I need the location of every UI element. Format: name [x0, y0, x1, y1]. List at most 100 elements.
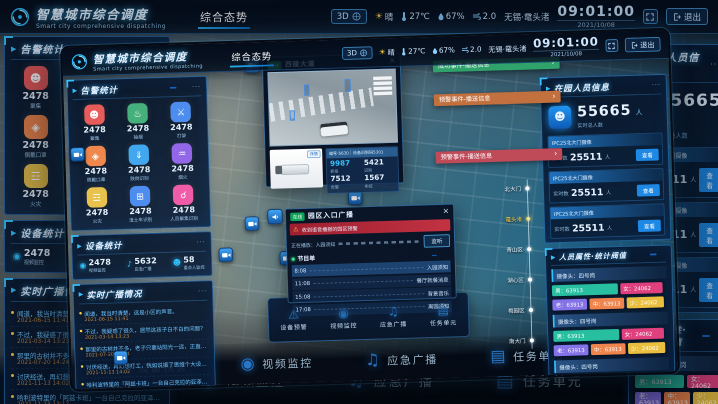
detail-button[interactable]: 详情 — [307, 150, 321, 158]
bullet-icon — [11, 374, 14, 377]
view-button[interactable]: 查看 — [699, 223, 718, 247]
people-more-button[interactable]: ··· — [710, 60, 718, 69]
route-stop-label: 北大门 — [504, 184, 521, 193]
logout-icon — [673, 13, 681, 21]
alarm-tile[interactable]: ☲ 2478 火灾 — [11, 164, 60, 208]
camera-stat-label: 识别 — [364, 167, 395, 174]
attribute-tab[interactable] — [691, 335, 699, 337]
program-tab[interactable] — [432, 255, 437, 256]
alarm-tile[interactable]: ◈ 2478 佩戴口罩 — [11, 115, 60, 159]
inner-window: 智慧城市综合调度 Smart city comprehensive dispat… — [60, 28, 680, 392]
schedule-name: 餐厅就餐消息 — [416, 276, 448, 285]
route-stop-dot — [530, 338, 534, 342]
alarm-tile-label: 佩戴口罩 — [11, 151, 60, 159]
alarm-tile-label: 火灾 — [11, 200, 60, 208]
dotted-leader — [310, 267, 424, 271]
route-stop[interactable]: 南大门 — [486, 325, 536, 357]
view-button[interactable]: 查看 — [699, 168, 718, 192]
alarm-tile-value: 2478 — [11, 140, 60, 151]
broadcast-popup-title: 园区入口广播 — [308, 210, 354, 221]
program-tab[interactable] — [445, 254, 450, 255]
attribute-tab[interactable] — [702, 335, 710, 337]
route-stop[interactable]: 青山区 — [484, 233, 534, 265]
schedule-time: 15:08 — [295, 294, 311, 300]
mode-3d-toggle[interactable]: 3D — [342, 46, 373, 60]
attribute-chip[interactable]: 老：63913 — [635, 392, 661, 404]
dotted-leader — [313, 280, 413, 284]
schedule-name: 离园须知 — [428, 302, 449, 310]
logo-icon — [10, 7, 30, 27]
detection-labels — [373, 76, 392, 95]
temperature-indicator: 27℃ — [401, 12, 429, 22]
temperature-indicator: 27℃ — [401, 47, 425, 56]
toast-notification[interactable]: 预警事件-播送信息 › — [435, 148, 562, 164]
camera-stat: 7512 告警 — [330, 175, 361, 190]
header-controls: 3D ☀ 晴 27℃ 67% — [331, 4, 708, 30]
alarm-tile[interactable]: ☻ 2478 聚集 — [11, 66, 60, 110]
camera-marker[interactable] — [245, 216, 260, 231]
weather-indicator: ☀ 晴 — [375, 11, 394, 23]
wind-icon — [473, 13, 481, 20]
weather-label: 晴 — [385, 11, 394, 23]
mode-3d-label: 3D — [347, 49, 357, 58]
attribute-chip[interactable]: 少：24062 — [693, 392, 718, 404]
location-label: 无锡·鼋头渚 — [504, 11, 549, 23]
view-button[interactable]: 查看 — [699, 278, 718, 302]
exit-button[interactable]: 退出 — [666, 8, 708, 25]
clock-date: 2021/10/08 — [557, 20, 635, 29]
device-stat[interactable]: ◉ 2478 视频监控 — [13, 249, 50, 266]
temperature-value: 27℃ — [408, 47, 425, 56]
attribute-chip[interactable]: 女：24062 — [687, 375, 718, 388]
fullscreen-button[interactable] — [643, 9, 658, 24]
dotted-leader — [314, 306, 424, 310]
route-stop-label: 鼋头渚 — [505, 214, 522, 223]
person-detection-box — [304, 85, 309, 96]
broadcast-item[interactable]: 哈利波特里的「阿兹卡班」一台自己克拉的亚泽，型… 2021-11-23 13:1… — [11, 390, 163, 404]
route-stop[interactable]: 鼋头渚 — [483, 203, 533, 235]
humidity-indicator: 67% — [438, 12, 465, 22]
person-detection-box — [290, 110, 295, 120]
tab-overview[interactable]: 综合态势 — [198, 1, 250, 33]
route-stop[interactable]: 梅园区 — [485, 294, 535, 326]
camera-marker-icon — [73, 151, 82, 158]
listen-button[interactable]: 监听 — [424, 234, 451, 247]
camera-marker[interactable] — [218, 247, 233, 262]
vehicle — [320, 121, 348, 136]
route-timeline: 北大门 鼋头渚 青山区 湖心区 梅园区 — [482, 173, 536, 357]
panel-arrow-icon: ▶ — [11, 286, 16, 294]
panel-arrow-icon: ▶ — [11, 229, 16, 237]
attribute-tab[interactable] — [713, 335, 718, 337]
schedule-name: 入园须知 — [427, 263, 448, 271]
speaker-marker[interactable] — [267, 209, 283, 225]
alarm-tile-value: 2478 — [11, 189, 60, 200]
program-tab[interactable] — [438, 254, 443, 255]
exit-button[interactable]: 退出 — [625, 37, 661, 52]
toast-notification[interactable]: 预警事件-播送信息 › — [434, 91, 561, 107]
sun-icon: ☀ — [375, 12, 383, 22]
wind-icon — [462, 47, 469, 53]
wind-indicator: 2.0 — [473, 12, 497, 22]
close-icon[interactable]: × — [443, 208, 450, 216]
route-stop-dot — [525, 186, 529, 190]
dotted-leader — [314, 293, 424, 297]
route-stop[interactable]: 湖心区 — [484, 264, 534, 296]
warning-icon: ⚠ — [293, 226, 299, 233]
device-stat-value: 2478 — [24, 249, 50, 259]
fullscreen-button[interactable] — [605, 39, 618, 52]
progress-bar — [339, 240, 421, 245]
route-stop[interactable]: 北大门 — [482, 173, 532, 205]
camera-row-unit: 人 — [690, 175, 696, 184]
route-stop-dot — [528, 277, 532, 281]
mode-3d-toggle[interactable]: 3D — [331, 9, 367, 24]
clock: 09:01:00 2021/10/08 — [533, 35, 599, 59]
camera-marker-icon — [248, 220, 257, 227]
camera-marker[interactable] — [70, 147, 85, 162]
attribute-chip[interactable]: 男：63913 — [635, 375, 684, 388]
quick-action-label: 任务单元 — [430, 318, 457, 327]
clock-time: 09:01:00 — [533, 35, 599, 51]
attribute-chip[interactable]: 中：63913 — [664, 392, 690, 404]
tab-overview[interactable]: 综合态势 — [229, 42, 274, 70]
camera-stats: 9987 抓拍 5421 识别 7512 告警 1567 — [327, 156, 399, 192]
clock-time: 09:01:00 — [557, 4, 635, 20]
camera-marker[interactable] — [113, 350, 128, 365]
